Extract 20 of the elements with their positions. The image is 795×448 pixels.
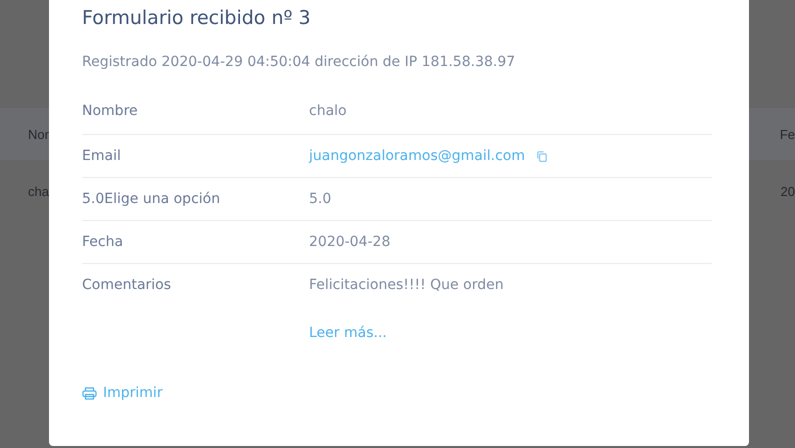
- field-label: 5.0Elige una opción: [82, 190, 222, 209]
- field-label: Fecha: [82, 233, 124, 252]
- print-button[interactable]: Imprimir: [82, 385, 163, 401]
- registration-info: Registrado 2020-04-29 04:50:04 dirección de IP 181.58.38.97: [82, 54, 516, 70]
- column-header: Fe: [780, 126, 795, 142]
- field-label: Email: [82, 147, 122, 166]
- printer-icon: [82, 386, 97, 400]
- field-value: Felicitaciones!!!! Que orden: [309, 276, 504, 295]
- field-label: Comentarios: [82, 276, 172, 295]
- field-value: chalo: [309, 102, 347, 121]
- field-value: 5.0: [309, 190, 332, 209]
- copy-icon[interactable]: [537, 150, 547, 162]
- field-value: 2020-04-28: [309, 233, 390, 252]
- field-label: Nombre: [82, 102, 139, 121]
- table-cell: 20: [780, 184, 795, 198]
- email-link[interactable]: juangonzaloramos@gmail.com: [309, 146, 525, 166]
- column-header: Nor: [28, 126, 49, 142]
- table-cell: cha: [28, 184, 49, 198]
- dialog-title: Formulario recibido nº 3: [82, 6, 311, 31]
- read-more-link[interactable]: Leer más...: [309, 325, 387, 341]
